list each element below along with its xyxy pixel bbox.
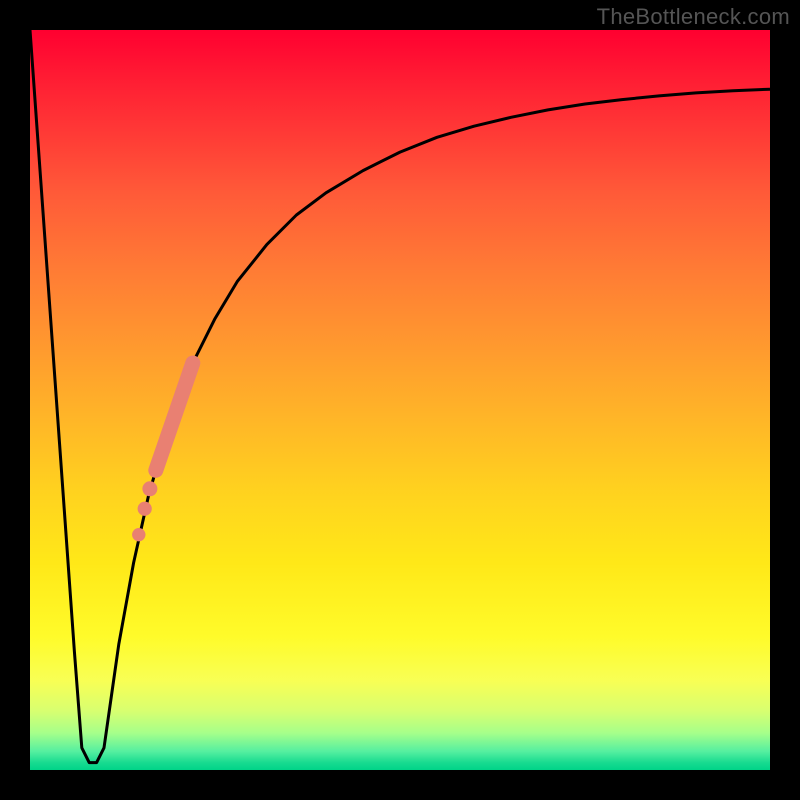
highlight-dot (138, 502, 152, 516)
bottleneck-curve (30, 30, 770, 763)
highlight-dot (142, 481, 157, 496)
plot-area (30, 30, 770, 770)
watermark-text: TheBottleneck.com (597, 4, 790, 30)
highlight-salmon-band (132, 363, 193, 541)
highlight-segment (156, 363, 193, 470)
curve-layer (30, 30, 770, 770)
chart-frame: TheBottleneck.com (0, 0, 800, 800)
highlight-dot (132, 528, 145, 541)
